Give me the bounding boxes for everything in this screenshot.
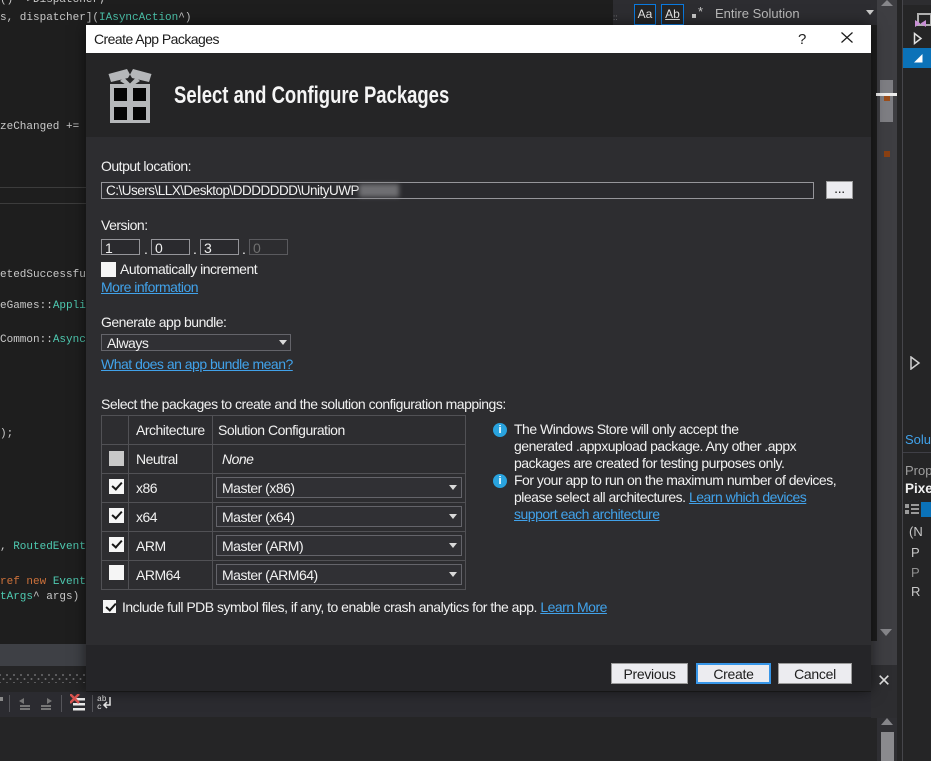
- svg-text:c: c: [97, 703, 102, 712]
